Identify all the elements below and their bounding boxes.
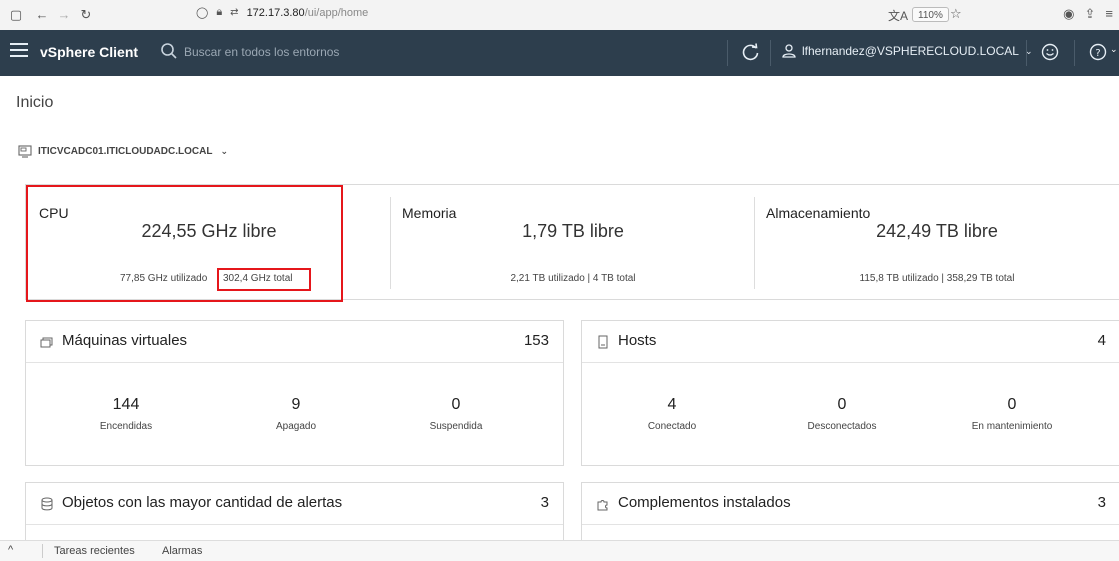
alerts-title: Objetos con las mayor cantidad de alerta… — [62, 494, 343, 511]
reload-icon[interactable]: ↻ — [76, 7, 96, 23]
stat-value: 9 — [291, 396, 301, 413]
alerts-card: Objetos con las mayor cantidad de alerta… — [25, 482, 564, 542]
vcenter-name: ITICVCADC01.ITICLOUDADC.LOCAL — [38, 146, 213, 157]
back-icon[interactable]: ← — [32, 7, 52, 22]
hosts-card-header[interactable]: Hosts 4 — [582, 321, 1119, 363]
hosts-stat-connected[interactable]: 4 Conectado — [612, 396, 732, 432]
stat-label: Desconectados — [807, 421, 877, 432]
search-input[interactable]: Buscar en todos los entornos — [184, 45, 339, 59]
cpu-total-highlight-box — [217, 268, 311, 291]
hosts-stat-disconnected[interactable]: 0 Desconectados — [772, 396, 912, 432]
vms-stat-powered-on[interactable]: 144 Encendidas — [56, 396, 196, 432]
memory-free: 1,79 TB libre — [522, 221, 624, 241]
header-divider — [1074, 40, 1075, 66]
stat-label: En mantenimiento — [971, 421, 1053, 432]
menu-icon[interactable]: ≡ — [1105, 6, 1113, 22]
stat-value: 4 — [667, 396, 677, 413]
hosts-stat-maintenance[interactable]: 0 En mantenimiento — [942, 396, 1082, 432]
share-icon[interactable]: ⇪ — [1085, 6, 1096, 22]
stat-value: 0 — [1007, 396, 1017, 413]
shield-icon: ◯ — [196, 7, 209, 19]
alarms-tab[interactable]: Alarmas — [162, 545, 202, 557]
vms-card: Máquinas virtuales 153 144 Encendidas 9 … — [25, 320, 564, 466]
recent-tasks-tab[interactable]: Tareas recientes — [54, 545, 135, 557]
stat-value: 0 — [451, 396, 461, 413]
bottom-divider — [42, 544, 43, 558]
hamburger-menu-icon[interactable] — [10, 43, 28, 57]
translate-icon[interactable]: 文A — [888, 7, 908, 24]
forward-icon[interactable]: → — [54, 7, 74, 22]
svg-text:?: ? — [1095, 48, 1100, 59]
tab-overview-icon[interactable]: ▢ — [6, 7, 26, 23]
browser-toolbar: ▢ ← → ↻ ◯ 🔒︎ ⇄ 172.17.3.80/ui/app/home 文… — [0, 0, 1119, 30]
hosts-card: Hosts 4 4 Conectado 0 Desconectados 0 En… — [581, 320, 1119, 466]
storage-free: 242,49 TB libre — [876, 221, 998, 241]
alerts-card-header[interactable]: Objetos con las mayor cantidad de alerta… — [26, 483, 563, 525]
account-icon[interactable]: ◉ — [1063, 6, 1074, 22]
database-icon — [41, 497, 53, 511]
plugins-title: Complementos instalados — [618, 494, 791, 511]
stat-value: 0 — [837, 396, 847, 413]
help-icon[interactable]: ? — [1088, 42, 1108, 62]
virtual-machine-icon — [40, 337, 53, 348]
bottom-panel-bar: ^ Tareas recientes Alarmas — [0, 540, 1119, 561]
chevron-down-icon: ⌄ — [220, 146, 228, 156]
storage-detail: 115,8 TB utilizado | 358,29 TB total — [859, 273, 1015, 284]
zoom-level[interactable]: 110% — [912, 7, 949, 22]
page-title: Inicio — [16, 94, 54, 111]
plugins-card-header[interactable]: Complementos instalados 3 — [582, 483, 1119, 525]
stat-label: Conectado — [647, 421, 697, 432]
hosts-title: Hosts — [618, 332, 657, 349]
bookmark-star-icon[interactable]: ☆ — [950, 6, 962, 22]
address-bar[interactable]: ◯ 🔒︎ ⇄ 172.17.3.80/ui/app/home — [196, 6, 368, 19]
header-divider — [1026, 40, 1027, 66]
site-permissions-icon: ⇄ — [230, 7, 239, 18]
user-icon — [782, 44, 796, 58]
search-icon[interactable] — [160, 42, 178, 60]
header-divider — [770, 40, 771, 66]
header-divider — [727, 40, 728, 66]
chevron-up-icon[interactable]: ^ — [8, 544, 13, 556]
vms-stat-suspended[interactable]: 0 Suspendida — [386, 396, 526, 432]
stat-label: Apagado — [275, 421, 317, 432]
feedback-smile-icon[interactable] — [1040, 42, 1060, 62]
vms-card-header[interactable]: Máquinas virtuales 153 — [26, 321, 563, 363]
vcenter-icon — [18, 145, 32, 158]
memory-title: Memoria — [402, 205, 457, 221]
app-header: vSphere Client Buscar en todos los entor… — [0, 30, 1119, 76]
refresh-icon[interactable] — [741, 42, 761, 62]
plugin-puzzle-icon — [597, 500, 608, 511]
chevron-down-icon[interactable]: ⌄ — [1110, 44, 1118, 55]
alerts-count: 3 — [540, 494, 549, 511]
vms-stat-powered-off[interactable]: 9 Apagado — [226, 396, 366, 432]
plugins-count: 3 — [1097, 494, 1106, 511]
host-server-icon — [598, 335, 608, 349]
hosts-count: 4 — [1097, 332, 1106, 349]
vms-title: Máquinas virtuales — [62, 332, 188, 349]
vms-count: 153 — [523, 332, 549, 349]
user-menu[interactable]: lfhernandez@VSPHERECLOUD.LOCAL ⌄ — [782, 44, 1032, 58]
stat-label: Encendidas — [99, 421, 153, 432]
lock-icon: 🔒︎ — [216, 6, 223, 18]
url-path: /ui/app/home — [304, 6, 369, 19]
vcenter-selector[interactable]: ITICVCADC01.ITICLOUDADC.LOCAL ⌄ — [38, 146, 228, 157]
plugins-card: Complementos instalados 3 — [581, 482, 1119, 542]
url-host: 172.17.3.80 — [246, 6, 305, 19]
user-name: lfhernandez@VSPHERECLOUD.LOCAL — [802, 44, 1019, 58]
stat-label: Suspendida — [429, 421, 483, 432]
stat-value: 144 — [112, 396, 140, 413]
app-title[interactable]: vSphere Client — [40, 44, 138, 60]
memory-detail: 2,21 TB utilizado | 4 TB total — [510, 273, 636, 284]
storage-title: Almacenamiento — [766, 205, 871, 221]
